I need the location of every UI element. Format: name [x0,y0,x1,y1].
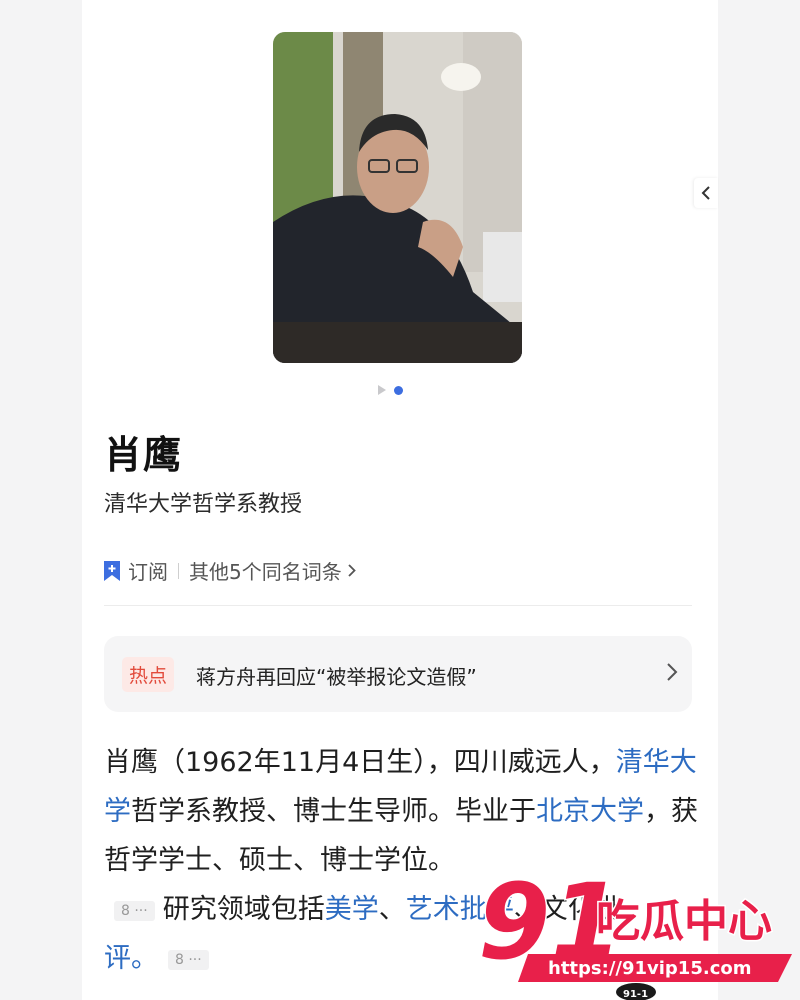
profile-photo[interactable] [273,32,522,363]
chevron-right-icon[interactable] [348,564,356,577]
chevron-right-icon[interactable] [666,662,678,682]
divider [104,605,692,606]
subscribe-button[interactable]: 订阅 [128,556,168,585]
reference-marker[interactable]: 8 ··· [114,900,155,921]
summary-text: 哲学系教授、博士生导师。毕业于 [131,796,536,827]
collapse-panel-button[interactable] [694,178,718,208]
bookmark-plus-icon[interactable] [104,560,120,581]
watermark-logo: 91 吃瓜中心 https://91vip15.com 91-1 [478,860,792,1000]
summary-text: 研究领域包括 [162,894,325,925]
active-dot [394,385,403,395]
link-peking-university[interactable]: 北京大学 [536,796,644,827]
hot-badge: 热点 [122,657,175,692]
page-subtitle: 清华大学哲学系教授 [104,492,303,517]
same-name-entries-link[interactable]: 其他5个同名词条 [189,556,342,585]
watermark-tag: 91-1 [623,989,648,1000]
hot-topic-banner[interactable]: 热点 蒋方舟再回应“被举报论文造假” [104,636,692,712]
summary-text: 肖鹰（1962年11月4日生），四川威远人， [104,747,616,778]
watermark-label: 吃瓜中心 [596,896,772,947]
video-indicator-icon[interactable] [378,385,386,395]
profile-photo-image [273,32,522,363]
reference-marker[interactable]: 8 ··· [168,949,209,970]
entry-actions: 订阅 其他5个同名词条 [104,556,356,585]
carousel-indicator[interactable] [378,385,403,395]
summary-text-link[interactable]: 评。 [104,943,158,974]
hot-topic-text[interactable]: 蒋方舟再回应“被举报论文造假” [196,661,477,690]
summary-text: 、 [378,894,406,925]
watermark-url: https://91vip15.com [548,958,751,979]
link-aesthetics[interactable]: 美学 [325,894,379,925]
chevron-left-icon [701,186,710,200]
page-title: 肖鹰 [104,433,183,477]
separator [178,562,179,579]
